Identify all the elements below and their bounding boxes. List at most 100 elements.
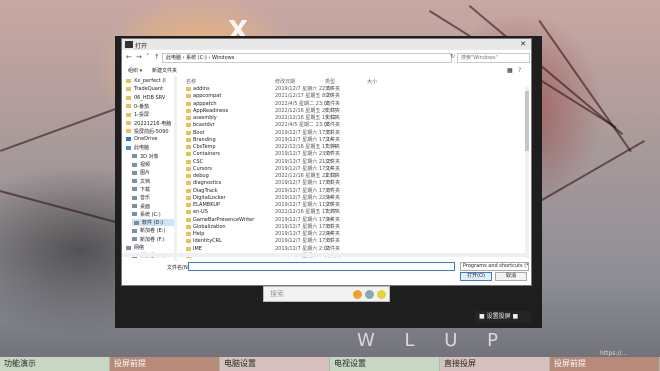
list-item[interactable]: CSC 2019/12/7 星期六 21:25 文件夹	[182, 159, 527, 166]
column-name[interactable]: 名称	[186, 78, 196, 85]
nav-item[interactable]: 系统 (C:)	[132, 211, 161, 218]
list-item[interactable]: Help 2019/12/7 星期六 22:44 文件夹	[182, 231, 527, 238]
file-list-scrollbar[interactable]	[525, 86, 529, 258]
list-item[interactable]: Boot 2019/12/7 星期六 17:51 文件夹	[182, 130, 527, 137]
nav-item[interactable]: 3D 对象	[132, 153, 159, 160]
nav-item[interactable]: 视频	[132, 161, 150, 168]
filename-input[interactable]	[188, 262, 455, 271]
settings-icon[interactable]	[365, 289, 374, 299]
taskbar-tab[interactable]: 电视设置	[330, 357, 440, 371]
taskbar-tab[interactable]: 功能演示	[0, 357, 110, 371]
list-item[interactable]: appcompat 2021/12/17 星期五 8:20 文件夹	[182, 93, 527, 100]
nav-item[interactable]: 新加卷 (F:)	[132, 236, 165, 243]
column-size[interactable]: 大小	[367, 78, 377, 85]
nav-scrollbar[interactable]	[174, 76, 177, 261]
back-arrow-icon[interactable]: ←	[126, 53, 132, 61]
list-item[interactable]: IdentityCRL 2019/12/7 星期六 17:01 文件夹	[182, 238, 527, 245]
folder-icon	[186, 116, 191, 120]
nav-item[interactable]: 投屏前后-5090	[126, 128, 169, 135]
folder-icon	[186, 137, 191, 142]
list-item[interactable]: IME 2019/12/7 星期六 2:03 文件夹	[182, 246, 527, 253]
list-item[interactable]: assembly 2022/12/16 星期五 19:12 文件夹	[182, 115, 527, 122]
nav-item[interactable]: 桌面	[132, 203, 150, 210]
taskbar-tab[interactable]: 投屏前提	[110, 357, 220, 371]
nav-item[interactable]: 网络	[126, 244, 144, 251]
list-item[interactable]: AppReadiness 2022/12/16 星期五 20:17 文件夹	[182, 108, 527, 115]
cancel-button[interactable]: 取消	[495, 272, 527, 281]
list-item[interactable]: Containers 2019/12/7 星期六 23:07 文件夹	[182, 151, 527, 158]
file-name: IME	[193, 245, 202, 252]
nav-item[interactable]: 图片	[132, 169, 150, 176]
list-item[interactable]: GameBarPresenceWriter 2019/12/7 星期六 17:44…	[182, 217, 527, 224]
up-arrow-icon[interactable]: ↑	[154, 53, 160, 61]
floating-search-placeholder: 搜索	[270, 290, 284, 298]
nav-item[interactable]: 音乐	[132, 194, 150, 201]
emoji-icon[interactable]	[353, 289, 362, 299]
nav-item[interactable]: 0-番茄	[126, 103, 149, 110]
nav-item-label: Xx_perfect (I	[134, 78, 166, 84]
nav-item[interactable]: 20221216-电脑	[126, 120, 171, 127]
nav-item[interactable]: 此电脑	[126, 144, 149, 151]
nav-item[interactable]: OneDrive	[126, 136, 158, 142]
nav-item-label: 06_HDB SRV	[134, 94, 166, 101]
list-item[interactable]: CbsTemp 2022/12/16 星期五 17:24 文件夹	[182, 144, 527, 151]
list-item[interactable]: debug 2022/12/16 星期五 22:13 文件夹	[182, 173, 527, 180]
column-date[interactable]: 修改日期	[275, 78, 295, 85]
folder-icon	[126, 129, 131, 134]
dialog-title: 打开	[135, 43, 148, 50]
search-input[interactable]: 搜索"Windows"	[457, 53, 530, 63]
nav-item[interactable]: 软件 (D:)	[132, 219, 176, 227]
folder-icon	[132, 154, 137, 159]
list-item[interactable]: DigitalLocker 2019/12/7 星期六 22:44 文件夹	[182, 195, 527, 202]
folder-icon	[126, 145, 131, 150]
file-type: 文件夹	[325, 158, 341, 165]
list-item[interactable]: ELAMBKUP 2019/12/7 星期六 11:29 文件夹	[182, 202, 527, 209]
list-item[interactable]: Cursors 2019/12/7 星期六 17:14 文件夹	[182, 166, 527, 173]
refresh-icon[interactable]: ↻	[450, 53, 455, 60]
floating-search-bar[interactable]: 搜索	[263, 286, 390, 302]
file-type: 文件夹	[325, 107, 341, 114]
bottom-tab-bar: 功能演示 投屏前提 电脑设置 电视设置 直接投屏 投屏前提	[0, 357, 660, 371]
view-icon[interactable]: ▦	[507, 67, 513, 74]
nav-item[interactable]: 1-投屏	[126, 111, 149, 118]
dialog-titlebar: 打开 ✕	[122, 39, 531, 50]
folder-icon	[186, 174, 191, 178]
taskbar-tab[interactable]: 投屏前提	[550, 357, 660, 371]
nav-item[interactable]: 新加卷 (E:)	[132, 227, 165, 234]
help-icon[interactable]: ?	[518, 67, 521, 74]
list-item[interactable]: Globalization 2019/12/7 星期六 17:01 文件夹	[182, 224, 527, 231]
list-item[interactable]: apppatch 2022/4/5 星期二 23:05 文件夹	[182, 101, 527, 108]
list-item[interactable]: en-US 2022/12/16 星期五 17:27 文件夹	[182, 209, 527, 216]
close-icon[interactable]: ✕	[520, 40, 526, 48]
file-type: 文件夹	[325, 100, 341, 107]
filetype-select[interactable]: Programs and shortcuts (*.e	[460, 262, 529, 271]
chevron-down-icon[interactable]: ˅	[146, 53, 150, 61]
nav-item[interactable]: TradeQuant	[126, 86, 163, 92]
list-item[interactable]: Branding 2019/12/7 星期六 17:14 文件夹	[182, 137, 527, 144]
nav-item[interactable]: 文档	[132, 178, 150, 185]
star-icon[interactable]	[377, 289, 386, 299]
list-item[interactable]: bcastdvr 2022/4/5 星期二 23:05 文件夹	[182, 122, 527, 129]
tray-chip[interactable]: ■ 设置投屏 ■	[475, 311, 531, 323]
file-name: apppatch	[193, 100, 217, 107]
new-folder-button[interactable]: 新建文件夹	[152, 67, 177, 74]
list-item[interactable]: diagnostics 2019/12/7 星期六 17:01 文件夹	[182, 180, 527, 187]
list-item[interactable]: addins 2019/12/7 星期六 22:50 文件夹	[182, 86, 527, 93]
wallpaper-signature: W L U P	[357, 330, 511, 351]
taskbar-tab[interactable]: 电脑设置	[220, 357, 330, 371]
file-name: GameBarPresenceWriter	[193, 216, 255, 223]
horizontal-scrollbar[interactable]	[122, 253, 526, 257]
nav-item[interactable]: 下载	[132, 186, 150, 193]
forward-arrow-icon[interactable]: →	[136, 53, 142, 61]
nav-item[interactable]: Xx_perfect (I	[126, 78, 166, 84]
taskbar-tab[interactable]: 直接投屏	[440, 357, 550, 371]
address-bar[interactable]: 此电脑 › 系统 (C:) › Windows	[162, 53, 452, 63]
list-item[interactable]: DiagTrack 2019/12/7 星期六 17:07 文件夹	[182, 188, 527, 195]
scroll-thumb[interactable]	[525, 91, 529, 151]
organize-button[interactable]: 组织 ▾	[128, 67, 142, 74]
nav-item-label: 图片	[140, 170, 151, 177]
nav-item[interactable]: 06_HDB SRV	[126, 95, 165, 101]
open-button[interactable]: 打开(O)	[460, 272, 492, 281]
column-type[interactable]: 类型	[325, 78, 335, 85]
file-type: 文件夹	[325, 223, 341, 230]
